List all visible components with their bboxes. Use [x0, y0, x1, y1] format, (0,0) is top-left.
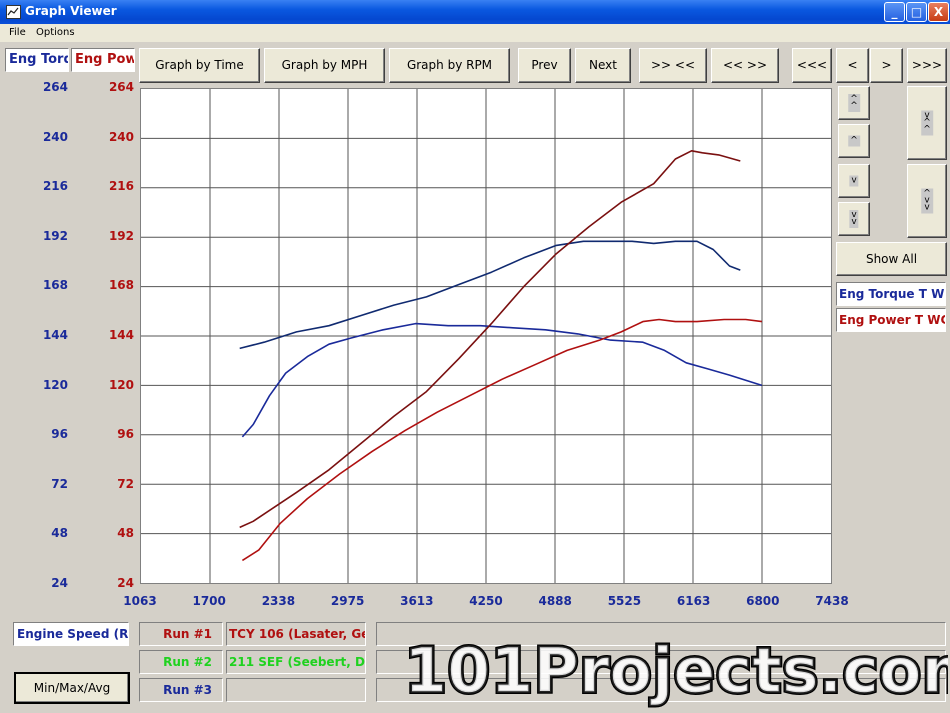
torque-tick-label: 120 [42, 377, 68, 392]
chevron-up-icon: ^ [848, 135, 860, 147]
scale-up-fast-button[interactable]: ^ ^ [838, 86, 870, 120]
offset-down-button[interactable]: ^ v v [907, 164, 947, 238]
series-line-2 [241, 322, 763, 438]
torque-tick-label: 240 [42, 129, 68, 144]
rpm-tick-label: 2975 [330, 594, 365, 608]
scale-down-fast-button[interactable]: vv [838, 202, 870, 236]
graph-viewer-window: Graph Viewer _ □ X File Options Eng Torq… [0, 0, 950, 713]
power-tick-label: 24 [117, 576, 134, 590]
power-tick-label: 120 [108, 377, 134, 392]
maximize-button[interactable]: □ [906, 2, 927, 22]
left-axis-channel-tab[interactable]: Eng Torq [5, 48, 69, 72]
rpm-tick-label: 7438 [815, 594, 849, 608]
zoom-in-button[interactable]: >> << [639, 48, 707, 83]
right-axis-channel-tab[interactable]: Eng Powe [71, 48, 135, 72]
graph-by-mph-button[interactable]: Graph by MPH [264, 48, 385, 83]
graph-by-time-button[interactable]: Graph by Time [139, 48, 260, 83]
prev-button[interactable]: Prev [518, 48, 571, 83]
min-max-avg-button[interactable]: Min/Max/Avg [14, 672, 130, 704]
power-tick-label: 48 [117, 526, 134, 541]
graph-by-rpm-button[interactable]: Graph by RPM [389, 48, 510, 83]
chart-plot-area[interactable] [140, 88, 832, 584]
minimize-button[interactable]: _ [884, 2, 905, 22]
double-chevron-down-icon: ^ v v [921, 188, 933, 214]
torque-tick-label: 96 [51, 427, 68, 442]
x-channel-field[interactable]: Engine Speed (R [13, 622, 129, 646]
zoom-out-button[interactable]: << >> [711, 48, 779, 83]
legend-power[interactable]: Eng Power T WC [836, 308, 946, 332]
torque-tick-label: 168 [42, 278, 68, 293]
scroll-far-right-button[interactable]: >>> [907, 48, 947, 83]
title-bar[interactable]: Graph Viewer _ □ X [0, 0, 950, 24]
torque-tick-label: 144 [42, 328, 68, 342]
power-tick-label: 72 [117, 476, 134, 491]
rpm-tick-label: 5525 [607, 594, 642, 608]
power-tick-label: 216 [108, 179, 134, 194]
rpm-tick-label: 1063 [123, 594, 157, 608]
chevron-down-icon: v [849, 175, 859, 187]
power-tick-label: 168 [108, 278, 134, 293]
watermark-text: 101Projects.com [404, 634, 948, 707]
menu-file[interactable]: File [9, 27, 26, 38]
rpm-tick-label: 4888 [538, 594, 572, 608]
rpm-tick-label: 2338 [261, 594, 296, 608]
torque-tick-label: 24 [51, 576, 68, 590]
close-button[interactable]: X [928, 2, 949, 22]
scale-down-button[interactable]: v [838, 164, 870, 198]
run-1-name[interactable]: TCY 106 (Lasater, Ge [226, 622, 366, 646]
menu-options[interactable]: Options [36, 27, 75, 38]
watermark-logo: 101Projects.com 101Projects.com [402, 632, 948, 709]
power-tick-label: 144 [108, 328, 134, 342]
show-all-button[interactable]: Show All [836, 242, 947, 276]
scale-up-button[interactable]: ^ [838, 124, 870, 158]
torque-tick-label: 264 [42, 80, 68, 94]
run-3-label: Run #3 [139, 678, 223, 702]
chart-svg [141, 89, 831, 583]
rpm-tick-label: 6800 [746, 594, 780, 608]
legend-torque[interactable]: Eng Torque T W [836, 282, 946, 306]
scroll-right-button[interactable]: > [870, 48, 903, 83]
torque-tick-label: 48 [51, 526, 68, 541]
double-chevron-up-icon: v ^ ^ [921, 110, 933, 136]
series-line-3 [239, 149, 741, 529]
run-1-label: Run #1 [139, 622, 223, 646]
rpm-tick-label: 1700 [192, 594, 226, 608]
torque-tick-label: 192 [42, 228, 68, 243]
power-tick-label: 192 [108, 228, 134, 243]
run-2-label: Run #2 [139, 650, 223, 674]
next-button[interactable]: Next [575, 48, 631, 83]
scroll-left-button[interactable]: < [836, 48, 869, 83]
torque-tick-label: 72 [51, 476, 68, 491]
series-line-4 [241, 318, 763, 562]
double-chevron-down-icon: vv [849, 210, 859, 228]
series-line-1 [239, 240, 741, 350]
menu-bar: File Options [0, 24, 950, 42]
torque-tick-label: 216 [42, 179, 68, 194]
power-tick-label: 264 [108, 80, 134, 94]
run-2-name[interactable]: 211 SEF (Seebert, Dc [226, 650, 366, 674]
rpm-tick-label: 4250 [469, 594, 503, 608]
offset-up-button[interactable]: v ^ ^ [907, 86, 947, 160]
window-title: Graph Viewer [25, 4, 117, 18]
rpm-tick-label: 6163 [676, 594, 711, 608]
rpm-tick-label: 3613 [400, 594, 434, 608]
graph-app-icon [6, 5, 21, 19]
double-chevron-up-icon: ^ ^ [848, 94, 860, 112]
scroll-far-left-button[interactable]: <<< [792, 48, 832, 83]
run-3-name[interactable] [226, 678, 366, 702]
power-tick-label: 240 [108, 129, 134, 144]
power-tick-label: 96 [117, 427, 134, 442]
